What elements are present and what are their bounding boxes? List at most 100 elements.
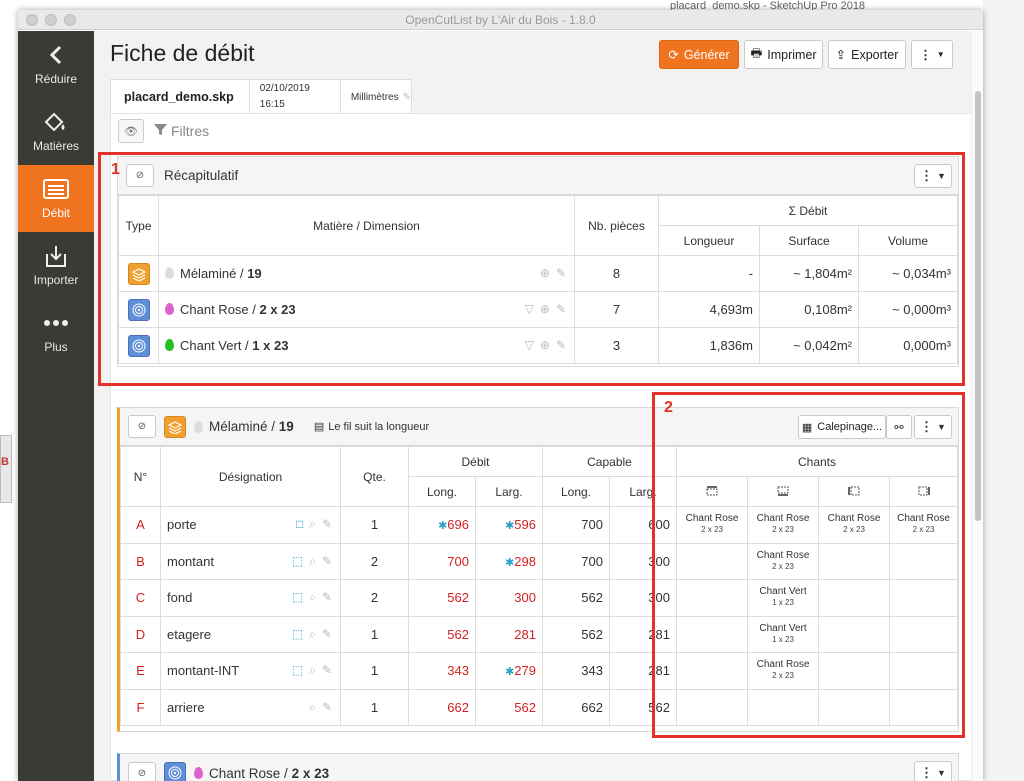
minimize-window-button[interactable] <box>45 14 57 26</box>
debit-larg-cell: ✱298 <box>475 542 543 580</box>
capable-long: 700 <box>542 542 610 580</box>
print-button[interactable]: 🖶 Imprimer <box>744 40 823 69</box>
sidebar-item-reduire[interactable]: Réduire <box>18 31 94 98</box>
zoom-window-button[interactable] <box>64 14 76 26</box>
annotation-label-2: 2 <box>664 399 673 416</box>
hide-group-button[interactable]: ⊘ <box>128 415 156 438</box>
generate-button[interactable]: ⟳ Générer <box>659 40 739 69</box>
scrollbar[interactable] <box>971 31 983 781</box>
pencil-icon[interactable]: ✎ <box>322 554 332 569</box>
part-id: C <box>120 579 161 617</box>
grain-icon: ▤ <box>313 421 325 433</box>
file-tab[interactable]: placard_demo.skp 02/10/2019 16:15 Millim… <box>110 79 412 114</box>
asterisk-icon: ✱ <box>505 556 515 569</box>
sidebar-item-debit[interactable]: Débit <box>18 165 94 232</box>
debit-larg: 596 <box>514 517 536 533</box>
sidebar-item-importer[interactable]: Importer <box>18 232 94 299</box>
part-id: D <box>120 615 161 653</box>
part-qty: 1 <box>340 652 409 690</box>
magnifier-icon[interactable]: ⌕ <box>309 627 316 642</box>
list-icon <box>43 177 69 201</box>
paint-bucket-icon <box>43 110 69 134</box>
col-capable-long: Long. <box>542 476 610 507</box>
import-icon <box>45 244 67 268</box>
debit-larg-cell: 281 <box>475 615 543 653</box>
debit-larg-cell: 562 <box>475 688 543 726</box>
dashed-square-icon[interactable]: ⬚ <box>292 554 303 569</box>
refresh-icon: ⟳ <box>668 48 679 62</box>
desktop-right <box>983 0 1024 781</box>
group-menu-button[interactable]: ⋮ ▼ <box>914 761 952 781</box>
part-qty: 2 <box>340 542 409 580</box>
pencil-icon[interactable]: ✎ <box>322 663 332 678</box>
magnifier-icon[interactable]: ⌕ <box>309 590 316 605</box>
debit-long: 696 <box>447 517 469 533</box>
dashed-square-icon[interactable]: ⬚ <box>292 590 303 605</box>
window-title: OpenCutList by L'Air du Bois - 1.8.0 <box>405 13 596 27</box>
eye-slash-icon: ⊘ <box>137 421 147 432</box>
col-num: N° <box>120 446 161 507</box>
sidebar-item-label: Plus <box>44 340 68 354</box>
square-icon[interactable]: □ <box>296 517 303 532</box>
dashed-square-icon[interactable]: ⬚ <box>292 663 303 678</box>
part-id: F <box>120 688 161 726</box>
debit-larg: 281 <box>514 626 536 642</box>
magnifier-icon[interactable]: ⌕ <box>309 700 316 715</box>
material-color-icon <box>194 420 203 433</box>
more-options-button[interactable]: ⋮ ▼ <box>911 40 953 69</box>
edge-roll-icon <box>164 762 186 781</box>
part-name: porte <box>167 517 197 533</box>
pencil-icon[interactable]: ✎ <box>322 627 332 642</box>
col-designation: Désignation <box>160 446 341 507</box>
pencil-icon[interactable]: ✎ <box>322 517 332 532</box>
title-bar: OpenCutList by L'Air du Bois - 1.8.0 <box>18 10 983 30</box>
group-title: Mélaminé / 19 <box>209 419 294 434</box>
part-name-cell: porte □ ⌕ ✎ <box>160 506 341 544</box>
capable-long: 562 <box>542 615 610 653</box>
filter-bar: 👁 Filtres <box>118 119 209 143</box>
hide-group-button[interactable]: ⊘ <box>128 761 156 781</box>
col-debit-larg: Larg. <box>475 476 543 507</box>
debit-long-cell: ✱696 <box>408 506 476 544</box>
grain-note: ▤ Le fil suit la longueur <box>313 420 430 434</box>
part-name-cell: arriere ⌕ ✎ <box>160 688 341 726</box>
desktop-left <box>0 0 18 781</box>
sidebar-item-plus[interactable]: Plus <box>18 299 94 366</box>
magnifier-icon[interactable]: ⌕ <box>309 517 316 532</box>
pencil-icon[interactable]: ✎ <box>322 590 332 605</box>
part-qty: 1 <box>340 506 409 544</box>
debit-long-cell: 343 <box>408 652 476 690</box>
filters-button[interactable]: Filtres <box>154 123 209 139</box>
dashed-square-icon[interactable]: ⬚ <box>292 627 303 642</box>
print-label: Imprimer <box>767 47 817 62</box>
printer-icon: 🖶 <box>750 46 763 60</box>
page-title: Fiche de débit <box>110 40 255 66</box>
debit-long-cell: 562 <box>408 579 476 617</box>
toggle-visibility-button[interactable]: 👁 <box>118 119 144 143</box>
file-date: 02/10/2019 16:15 <box>248 81 341 113</box>
pencil-icon[interactable]: ✎ <box>403 92 411 103</box>
asterisk-icon: ✱ <box>505 666 515 679</box>
grain-note-text: Le fil suit la longueur <box>328 420 430 433</box>
sidebar-item-matieres[interactable]: Matières <box>18 98 94 165</box>
debit-larg: 279 <box>514 663 536 679</box>
pencil-icon[interactable]: ✎ <box>322 700 332 715</box>
part-name: montant-INT <box>167 663 240 679</box>
magnifier-icon[interactable]: ⌕ <box>309 554 316 569</box>
export-button[interactable]: ⇪ Exporter <box>828 40 906 69</box>
debit-long: 662 <box>447 699 469 715</box>
material-group-chant-rose: ⊘ Chant Rose / 2 x 23 ⋮ ▼ <box>117 753 959 781</box>
app-window: OpenCutList by L'Air du Bois - 1.8.0 Réd… <box>18 10 983 781</box>
annotation-box-1 <box>98 152 965 386</box>
sidebar-item-label: Matières <box>32 139 79 153</box>
export-label: Exporter <box>851 47 899 62</box>
generate-label: Générer <box>683 47 730 62</box>
eye-slash-icon: ⊘ <box>137 767 147 779</box>
magnifier-icon[interactable]: ⌕ <box>309 663 316 678</box>
col-debit-long: Long. <box>408 476 476 507</box>
part-name-cell: etagere ⬚ ⌕ ✎ <box>160 615 341 653</box>
group-dim: 19 <box>278 419 294 434</box>
part-name: fond <box>167 590 193 606</box>
scrollbar-thumb[interactable] <box>975 91 981 521</box>
close-window-button[interactable] <box>26 14 38 26</box>
